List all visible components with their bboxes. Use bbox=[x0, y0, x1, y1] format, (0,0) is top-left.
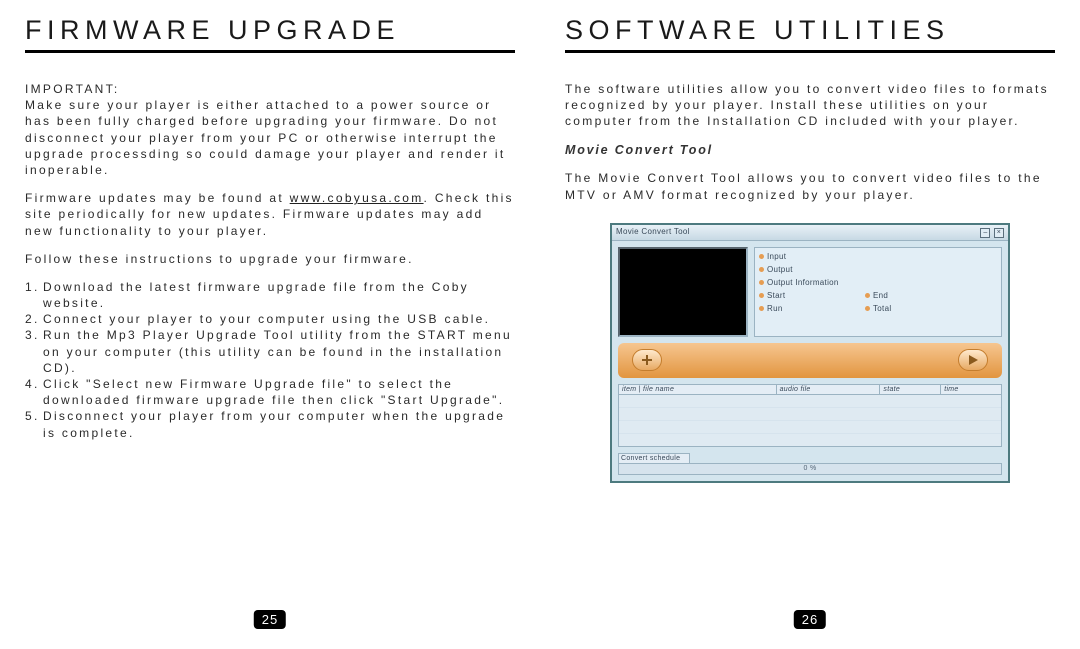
total-label: Total bbox=[873, 304, 891, 313]
page-title-right: SOFTWARE UTILITIES bbox=[565, 15, 1055, 46]
run-label: Run bbox=[767, 304, 822, 313]
close-button[interactable]: × bbox=[994, 228, 1004, 238]
step-2: Connect your player to your computer usi… bbox=[43, 311, 515, 327]
important-paragraph: IMPORTANT: Make sure your player is eith… bbox=[25, 81, 515, 178]
start-label: Start bbox=[767, 291, 822, 300]
dot-icon bbox=[759, 254, 764, 259]
video-preview bbox=[618, 247, 748, 337]
convert-schedule: Convert schedule 0 % bbox=[618, 453, 1002, 475]
table-header: item | file name audio file state time bbox=[618, 384, 1002, 395]
input-label: Input bbox=[767, 252, 822, 261]
dot-icon bbox=[759, 267, 764, 272]
col-filename: item | file name bbox=[619, 385, 777, 394]
important-label: IMPORTANT: bbox=[25, 81, 120, 97]
page-number-right: 26 bbox=[794, 610, 826, 629]
fields-panel: Input Output Output Information Start En… bbox=[754, 247, 1002, 337]
add-button[interactable] bbox=[632, 349, 662, 371]
dot-icon bbox=[759, 280, 764, 285]
dot-icon bbox=[759, 293, 764, 298]
updates-paragraph: Firmware updates may be found at www.cob… bbox=[25, 190, 515, 239]
page-number-left: 25 bbox=[254, 610, 286, 629]
minimize-button[interactable]: – bbox=[980, 228, 990, 238]
output-info-label: Output Information bbox=[767, 278, 839, 287]
utilities-intro: The software utilities allow you to conv… bbox=[565, 81, 1055, 130]
end-label: End bbox=[873, 291, 888, 300]
window-titlebar: Movie Convert Tool – × bbox=[612, 225, 1008, 241]
follow-line: Follow these instructions to upgrade you… bbox=[25, 251, 515, 267]
transport-controls bbox=[618, 343, 1002, 378]
dot-icon bbox=[865, 306, 870, 311]
play-button[interactable] bbox=[958, 349, 988, 371]
title-rule bbox=[25, 50, 515, 53]
window-title-text: Movie Convert Tool bbox=[616, 224, 690, 240]
step-1: Download the latest firmware upgrade fil… bbox=[43, 279, 515, 311]
progress-text: 0 % bbox=[804, 465, 817, 472]
title-rule bbox=[565, 50, 1055, 53]
left-page: FIRMWARE UPGRADE IMPORTANT: Make sure yo… bbox=[0, 0, 540, 649]
col-audiofile: audio file bbox=[777, 385, 881, 394]
movie-convert-heading: Movie Convert Tool bbox=[565, 142, 1055, 159]
movie-convert-window: Movie Convert Tool – × Input Output Outp… bbox=[610, 223, 1010, 483]
table-body[interactable] bbox=[618, 395, 1002, 447]
step-5: Disconnect your player from your compute… bbox=[43, 408, 515, 440]
step-3: Run the Mp3 Player Upgrade Tool utility … bbox=[43, 327, 515, 376]
schedule-label: Convert schedule bbox=[618, 453, 690, 463]
important-body: Make sure your player is either attached… bbox=[25, 98, 506, 177]
steps-list: 1.Download the latest firmware upgrade f… bbox=[25, 279, 515, 441]
right-page: SOFTWARE UTILITIES The software utilitie… bbox=[540, 0, 1080, 649]
movie-convert-body: The Movie Convert Tool allows you to con… bbox=[565, 170, 1055, 202]
output-label: Output bbox=[767, 265, 822, 274]
coby-link[interactable]: www.cobyusa.com bbox=[290, 191, 424, 205]
file-table: item | file name audio file state time bbox=[618, 384, 1002, 447]
progress-bar: 0 % bbox=[618, 463, 1002, 475]
col-time: time bbox=[941, 385, 1001, 394]
step-4: Click "Select new Firmware Upgrade file"… bbox=[43, 376, 515, 408]
dot-icon bbox=[865, 293, 870, 298]
dot-icon bbox=[759, 306, 764, 311]
page-title-left: FIRMWARE UPGRADE bbox=[25, 15, 515, 46]
col-state: state bbox=[880, 385, 941, 394]
